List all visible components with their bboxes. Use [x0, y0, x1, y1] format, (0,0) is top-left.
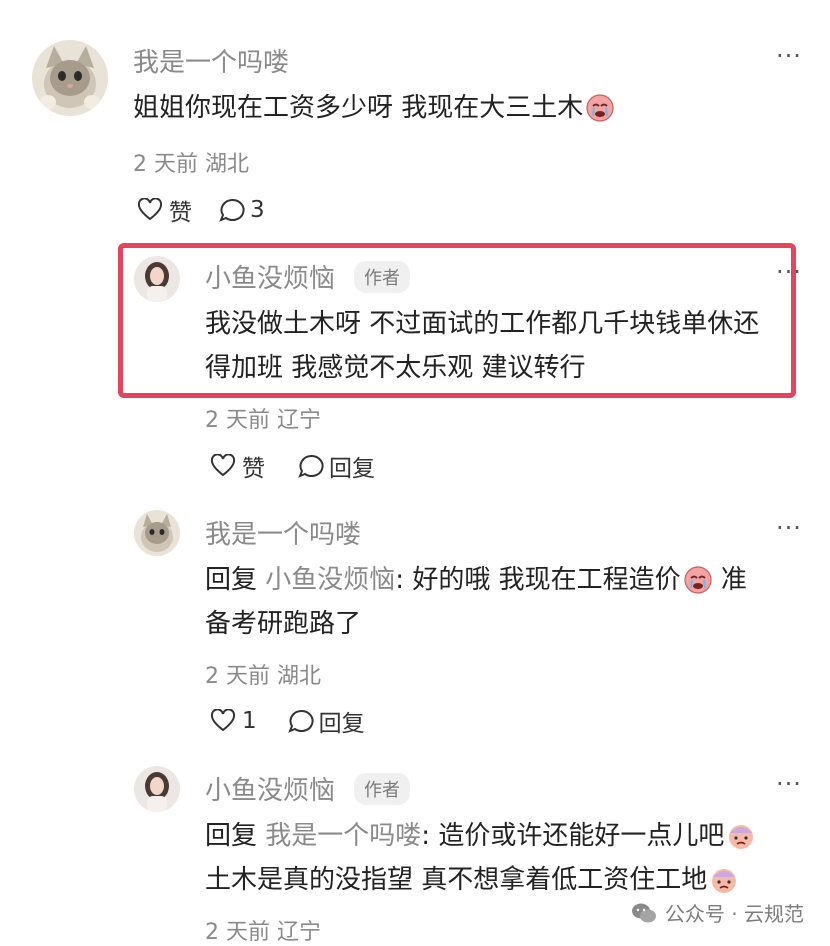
author-badge: 作者: [354, 773, 410, 805]
comment-bubble-icon[interactable]: [297, 453, 325, 479]
comment-text: : 好的哦 我现在工程造价: [395, 565, 681, 595]
comment-meta: 2 天前 湖北: [205, 664, 321, 689]
avatar-girl[interactable]: [134, 256, 180, 302]
comment-author-name[interactable]: 我是一个吗喽: [205, 514, 361, 551]
comment-content: 回复 小鱼没烦恼: 好的哦 我现在工程造价 准 备考研跑路了: [205, 558, 747, 646]
comment-text-line: 得加班 我感觉不太乐观 建议转行: [205, 353, 586, 383]
comment-author-name[interactable]: 小鱼没烦恼: [205, 258, 335, 295]
comment-text: 姐姐你现在工资多少呀 我现在大三土木: [133, 93, 584, 123]
comment-text: 土木是真的没指望 真不想拿着低工资住工地: [205, 865, 708, 895]
crying-face-emoji: [683, 566, 712, 594]
comment-text: : 造价或许还能好一点儿吧: [421, 821, 725, 851]
wechat-icon: [631, 902, 657, 924]
more-dots-icon[interactable]: ···: [776, 770, 802, 798]
reply-prefix: 回复: [205, 821, 258, 851]
comment-meta: 2 天前 辽宁: [205, 408, 321, 433]
watermark: 公众号 · 云规范: [631, 898, 804, 927]
mention-link[interactable]: 我是一个吗喽: [265, 821, 421, 851]
author-badge: 作者: [354, 261, 410, 293]
comment-text-line: 备考研跑路了: [205, 609, 362, 639]
like-label[interactable]: 赞: [169, 193, 192, 227]
comment-text-line: 回复 我是一个吗喽: 造价或许还能好一点儿吧: [205, 814, 756, 858]
comment-meta: 2 天前 辽宁: [205, 920, 321, 945]
crying-face-emoji: [586, 94, 614, 122]
watermark-text: 公众号 · 云规范: [664, 902, 804, 926]
sad-face-emoji: [729, 825, 754, 849]
avatar-cat[interactable]: [32, 40, 108, 116]
heart-icon[interactable]: [137, 198, 163, 222]
more-dots-icon[interactable]: ···: [776, 514, 802, 542]
reply-button[interactable]: 回复: [319, 704, 365, 738]
sad-face-emoji: [712, 869, 737, 893]
avatar-cat[interactable]: [134, 510, 180, 556]
more-dots-icon[interactable]: ···: [776, 258, 802, 286]
comment-author-name[interactable]: 小鱼没烦恼: [205, 770, 335, 807]
comment-content: 回复 我是一个吗喽: 造价或许还能好一点儿吧 土木是真的没指望 真不想拿着低工资…: [205, 814, 756, 902]
reply-button[interactable]: 回复: [329, 449, 375, 483]
comment-text-line: 回复 小鱼没烦恼: 好的哦 我现在工程造价 准: [205, 558, 747, 602]
comment-actions: 赞 3: [137, 193, 265, 227]
comment-content: 姐姐你现在工资多少呀 我现在大三土木: [133, 86, 615, 130]
comment-author-name[interactable]: 我是一个吗喽: [133, 42, 289, 79]
reply-count[interactable]: 3: [250, 197, 265, 223]
comment-bubble-icon[interactable]: [218, 197, 246, 223]
comment-text: 准: [712, 565, 747, 595]
avatar-girl[interactable]: [134, 766, 180, 812]
reply-prefix: 回复: [205, 565, 258, 595]
comment-text-line: 我没做土木呀 不过面试的工作都几千块钱单休还: [205, 309, 760, 339]
comment-actions: 赞 回复: [210, 449, 375, 483]
heart-icon[interactable]: [210, 709, 236, 733]
comment-bubble-icon[interactable]: [287, 708, 315, 734]
heart-icon[interactable]: [210, 454, 236, 478]
mention-link[interactable]: 小鱼没烦恼: [265, 565, 395, 595]
more-dots-icon[interactable]: ···: [776, 42, 802, 70]
comment-text-line: 土木是真的没指望 真不想拿着低工资住工地: [205, 858, 756, 902]
like-count[interactable]: 1: [242, 708, 257, 734]
comment-meta: 2 天前 湖北: [133, 152, 249, 177]
like-label[interactable]: 赞: [242, 449, 265, 483]
comment-actions: 1 回复: [210, 704, 365, 738]
comment-content: 我没做土木呀 不过面试的工作都几千块钱单休还 得加班 我感觉不太乐观 建议转行: [205, 302, 759, 390]
